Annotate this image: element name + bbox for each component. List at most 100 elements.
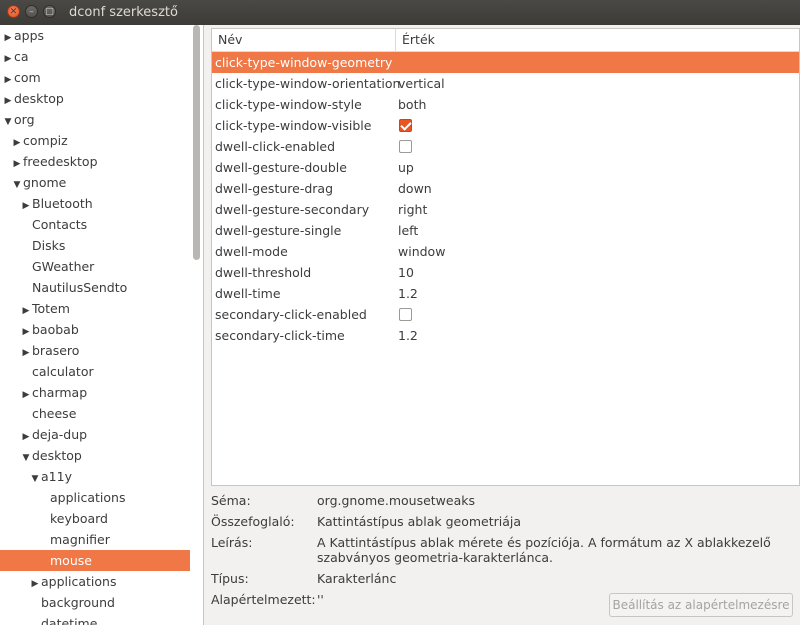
key-row[interactable]: dwell-gesture-secondary right — [212, 199, 799, 220]
tree-scrollbar-thumb[interactable] — [193, 25, 200, 260]
tree-item[interactable]: ▶ Totem — [0, 298, 203, 319]
key-value[interactable]: up — [398, 157, 414, 178]
tree-item[interactable]: ▶ freedesktop — [0, 151, 202, 172]
schema-value: org.gnome.mousetweaks — [317, 493, 475, 508]
type-value: Karakterlánc — [317, 571, 397, 586]
tree-item[interactable]: mouse — [0, 550, 203, 571]
tree-item[interactable]: calculator — [0, 361, 203, 382]
key-row[interactable]: dwell-click-enabled — [212, 136, 799, 157]
key-row[interactable]: dwell-gesture-single left — [212, 220, 799, 241]
maximize-icon: □ — [45, 7, 54, 17]
tree-item[interactable]: ▶ applications — [0, 571, 203, 592]
key-row[interactable]: dwell-mode window — [212, 241, 799, 262]
tree-item[interactable]: background — [0, 592, 203, 613]
key-name: click-type-window-geometry — [215, 55, 393, 70]
key-row[interactable]: dwell-threshold 10 — [212, 262, 799, 283]
tree-item[interactable]: Contacts — [0, 214, 203, 235]
close-window-button[interactable]: ✕ — [7, 5, 20, 18]
tree-item[interactable]: ▶ brasero — [0, 340, 203, 361]
tree-item-label: Bluetooth — [32, 196, 93, 211]
key-value[interactable]: 1.2 — [398, 283, 418, 304]
tree-item[interactable]: ▶ Bluetooth — [0, 193, 203, 214]
key-name: dwell-gesture-single — [215, 223, 342, 238]
tree-item-label: keyboard — [50, 511, 108, 526]
key-name: dwell-click-enabled — [215, 139, 336, 154]
key-name: dwell-gesture-double — [215, 160, 347, 175]
key-name: dwell-time — [215, 286, 281, 301]
schema-tree[interactable]: ▶ apps ▶ ca ▶ com ▶ desktop ▼ org ▶ compiz ▶ freedesk… — [0, 25, 204, 625]
key-row[interactable]: click-type-window-style both — [212, 94, 799, 115]
tree-item-label: apps — [14, 28, 45, 43]
tree-item[interactable]: ▼ desktop — [0, 445, 203, 466]
key-row[interactable]: dwell-time 1.2 — [212, 283, 799, 304]
tree-item-label: calculator — [32, 364, 94, 379]
tree-item[interactable]: ▶ desktop — [0, 88, 193, 109]
value-checkbox[interactable] — [399, 308, 412, 321]
default-label: Alapértelmezett: — [211, 592, 316, 607]
description-label: Leírás: — [211, 535, 253, 550]
schema-label: Séma: — [211, 493, 251, 508]
key-value[interactable]: down — [398, 178, 432, 199]
minimize-window-button[interactable]: – — [25, 5, 38, 18]
tree-item[interactable]: applications — [0, 487, 203, 508]
tree-item-label: charmap — [32, 385, 88, 400]
tree-item-label: mouse — [50, 553, 92, 568]
tree-item[interactable]: ▶ com — [0, 67, 193, 88]
tree-item[interactable]: ▼ org — [0, 109, 193, 130]
tree-item[interactable]: ▶ apps — [0, 25, 193, 46]
tree-item[interactable]: cheese — [0, 403, 203, 424]
tree-item[interactable]: keyboard — [0, 508, 203, 529]
key-row[interactable]: secondary-click-enabled — [212, 304, 799, 325]
key-value[interactable]: 10 — [398, 262, 414, 283]
tree-item[interactable]: ▼ gnome — [0, 172, 202, 193]
tree-item[interactable]: ▶ deja-dup — [0, 424, 203, 445]
key-row[interactable]: click-type-window-visible — [212, 115, 799, 136]
tree-item-label: Contacts — [32, 217, 88, 232]
reset-to-default-button[interactable]: Beállítás az alapértelmezésre — [609, 593, 793, 617]
key-value[interactable]: both — [398, 94, 426, 115]
tree-item[interactable]: ▶ compiz — [0, 130, 202, 151]
value-checkbox[interactable] — [399, 140, 412, 153]
tree-item[interactable]: ▶ ca — [0, 46, 193, 67]
keys-list[interactable]: Név Érték click-type-window-geometry clic… — [211, 28, 800, 486]
column-header-value[interactable]: Érték — [396, 29, 799, 51]
key-row[interactable]: secondary-click-time 1.2 — [212, 325, 799, 346]
tree-item[interactable]: Disks — [0, 235, 203, 256]
tree-item-label: magnifier — [50, 532, 110, 547]
key-name: dwell-gesture-secondary — [215, 202, 370, 217]
summary-value: Kattintástípus ablak geometriája — [317, 514, 522, 529]
tree-item-label: brasero — [32, 343, 80, 358]
tree-scrollbar[interactable] — [190, 25, 203, 625]
tree-item-label: applications — [41, 574, 117, 589]
tree-item[interactable]: NautilusSendto — [0, 277, 203, 298]
tree-item-label: compiz — [23, 133, 68, 148]
key-value[interactable]: 1.2 — [398, 325, 418, 346]
key-value[interactable]: vertical — [398, 73, 445, 94]
tree-item[interactable]: ▶ baobab — [0, 319, 203, 340]
tree-item[interactable]: ▶ charmap — [0, 382, 203, 403]
value-checkbox[interactable] — [399, 119, 412, 132]
tree-item-label: baobab — [32, 322, 79, 337]
tree-item-label: a11y — [41, 469, 72, 484]
tree-item[interactable]: magnifier — [0, 529, 203, 550]
details-panel: Séma: org.gnome.mousetweaks Összefoglaló… — [211, 486, 800, 625]
column-header-name[interactable]: Név — [212, 29, 396, 51]
tree-item[interactable]: ▼ a11y — [0, 466, 203, 487]
tree-item[interactable]: datetime — [0, 613, 203, 625]
key-row[interactable]: click-type-window-geometry — [212, 52, 799, 73]
summary-label: Összefoglaló: — [211, 514, 295, 529]
key-value[interactable]: left — [398, 220, 418, 241]
key-name: click-type-window-style — [215, 97, 362, 112]
close-icon: ✕ — [9, 7, 18, 17]
tree-item[interactable]: GWeather — [0, 256, 203, 277]
key-value[interactable]: window — [398, 241, 445, 262]
maximize-window-button[interactable]: □ — [43, 5, 56, 18]
key-row[interactable]: click-type-window-orientation vertical — [212, 73, 799, 94]
window-title: dconf szerkesztő — [69, 5, 178, 20]
key-row[interactable]: dwell-gesture-double up — [212, 157, 799, 178]
key-name: dwell-gesture-drag — [215, 181, 333, 196]
key-value[interactable]: right — [398, 199, 427, 220]
tree-item-label: org — [14, 112, 35, 127]
key-row[interactable]: dwell-gesture-drag down — [212, 178, 799, 199]
